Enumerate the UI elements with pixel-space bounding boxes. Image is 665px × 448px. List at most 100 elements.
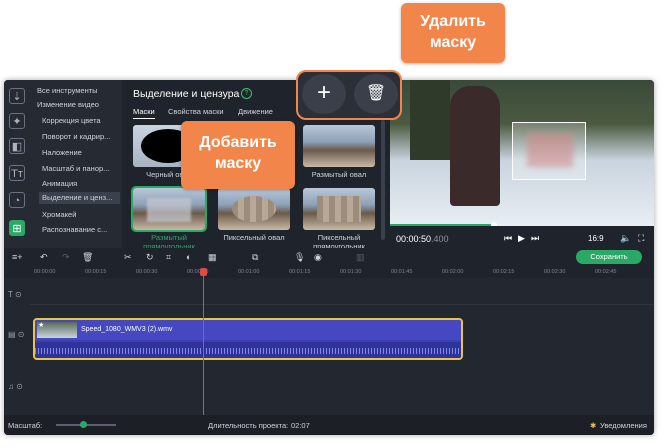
mask-label-blurred-oval: Размытый овал <box>311 170 367 179</box>
microphone-icon[interactable]: 🎙 <box>294 252 305 263</box>
color-icon[interactable]: ◐ <box>186 252 191 262</box>
timeline-ruler[interactable]: 00:00:00 00:00:15 00:00:30 00:00:45 00:0… <box>4 268 654 278</box>
clip-name: Speed_1080_WMV3 (2).wmv <box>81 326 173 333</box>
timeline-toolbar: ≡+ ↶ ↷ 🗑 ✂ ↻ ⌗ ◐ ▦ ⧉ 🎙 ◉ ▥ <box>4 248 654 268</box>
audio-track-icon: ♫ ⊙ <box>8 382 23 391</box>
panel-scrollbar[interactable] <box>381 120 385 240</box>
ruler-tick: 00:02:15 <box>493 269 515 275</box>
playhead-handle[interactable] <box>200 268 207 276</box>
mask-label-pixel-oval: Пиксельный овал <box>223 233 285 242</box>
player-controls: 00:00:50.400 ⏮ ▶ ⏭ 16:9 🔈 ⛶ <box>390 226 654 248</box>
menu-recognition[interactable]: Распознавание с... <box>42 225 107 234</box>
clip-properties-icon[interactable]: ▦ <box>208 252 217 263</box>
ruler-tick: 00:00:30 <box>136 269 158 275</box>
mask-thumb-pixel-oval[interactable] <box>218 188 290 230</box>
trash-icon[interactable]: 🗑 <box>82 252 93 263</box>
video-preview[interactable] <box>390 80 654 226</box>
prev-frame-icon[interactable]: ⏮ <box>504 233 512 244</box>
audio-waveform <box>35 342 461 358</box>
undo-icon[interactable]: ↶ <box>40 252 48 263</box>
track-divider <box>30 304 654 305</box>
aspect-select[interactable]: 16:9 <box>588 234 604 243</box>
tools-icon[interactable]: ⊞ <box>9 220 25 236</box>
tab-mask-properties[interactable]: Свойства маски <box>168 107 224 116</box>
mask-thumb-pixel-rect[interactable] <box>303 188 375 230</box>
ruler-tick: 00:00:15 <box>85 269 107 275</box>
tab-motion[interactable]: Движение <box>238 107 273 116</box>
panel-title: Выделение и цензура <box>133 88 240 100</box>
notifications-label[interactable]: Уведомления <box>600 421 647 430</box>
titles-icon[interactable]: Tт <box>9 165 25 181</box>
callout-delete-text: Удалить маску <box>420 13 486 51</box>
ruler-tick: 00:02:45 <box>595 269 617 275</box>
overlay-icon[interactable]: ⧉ <box>252 252 258 263</box>
callout-add-text: Добавить маску <box>199 134 277 172</box>
fullscreen-icon[interactable]: ⛶ <box>638 233 644 244</box>
menu-all-tools[interactable]: Все инструменты <box>37 86 98 95</box>
next-frame-icon[interactable]: ⏭ <box>531 233 539 244</box>
ruler-tick: 00:02:30 <box>544 269 566 275</box>
duration-label: Длительность проекта: <box>208 421 289 430</box>
mask-thumb-blurred-rect[interactable] <box>131 186 207 232</box>
timeline-tracks: T ⊙ ▤ ⊙ ★ Speed_1080_WMV3 (2).wmv ♫ ⊙ <box>4 278 654 415</box>
ruler-tick: 00:01:45 <box>391 269 413 275</box>
trash-icon: 🗑 <box>365 85 387 102</box>
movavi-editor-window: ⇣ ✦ ◧ Tт ◔ ⊞ Все инструменты Изменение в… <box>4 80 654 435</box>
video-track-icon: ▤ ⊙ <box>8 330 25 339</box>
tools-menu: Все инструменты Изменение видео Коррекци… <box>30 80 122 248</box>
pixel-oval-shape <box>232 196 276 222</box>
magic-icon[interactable]: ✦ <box>9 113 25 129</box>
left-icon-bar: ⇣ ✦ ◧ Tт ◔ ⊞ <box>4 80 30 248</box>
star-icon: ★ <box>38 322 45 329</box>
scale-label: Масштаб: <box>8 421 43 430</box>
clip-header: ★ Speed_1080_WMV3 (2).wmv <box>35 320 461 340</box>
help-icon[interactable]: ? <box>241 88 252 99</box>
playhead[interactable] <box>203 268 204 418</box>
play-icon[interactable]: ▶ <box>518 233 525 244</box>
ruler-tick: 00:02:00 <box>442 269 464 275</box>
ruler-tick: 00:00:00 <box>34 269 56 275</box>
mask-frame[interactable] <box>512 122 586 180</box>
menu-video-editing[interactable]: Изменение видео <box>37 100 99 109</box>
cut-icon[interactable]: ✂ <box>124 252 132 263</box>
rotate-icon[interactable]: ↻ <box>146 252 154 263</box>
markers-icon[interactable]: ▥ <box>356 252 365 263</box>
add-mask-button[interactable]: + <box>302 74 346 114</box>
blur-rect-shape <box>147 198 191 222</box>
callout-add-mask: Добавить маску <box>181 121 295 189</box>
status-bar: Масштаб: Длительность проекта: 02:07 ✱ У… <box>4 415 654 435</box>
clock-icon[interactable]: ◔ <box>9 192 25 208</box>
callout-delete-mask: Удалить маску <box>401 3 505 63</box>
pixel-rect-shape <box>317 196 361 222</box>
transitions-icon[interactable]: ◧ <box>9 138 25 154</box>
blurred-region <box>527 133 573 167</box>
ruler-tick: 00:01:00 <box>238 269 260 275</box>
ruler-tick: 00:01:15 <box>289 269 311 275</box>
menu-highlight-censor[interactable]: Выделение и ценз... <box>39 192 120 204</box>
menu-animation[interactable]: Анимация <box>42 179 77 188</box>
plus-icon: + <box>316 79 331 106</box>
menu-color-correction[interactable]: Коррекция цвета <box>42 116 101 125</box>
timecode: 00:00:50.400 <box>396 234 449 244</box>
menu-pan-zoom[interactable]: Масштаб и панор... <box>42 164 109 173</box>
mask-thumb-blurred-oval[interactable] <box>303 125 375 167</box>
menu-overlay[interactable]: Наложение <box>42 148 82 157</box>
tree-shape <box>410 80 450 160</box>
skier-shape <box>450 86 500 206</box>
save-button[interactable]: Сохранить <box>576 250 642 264</box>
redo-icon[interactable]: ↷ <box>62 252 70 263</box>
scale-slider-handle[interactable] <box>80 421 87 428</box>
delete-mask-button[interactable]: 🗑 <box>354 74 398 114</box>
menu-chroma-key[interactable]: Хромакей <box>42 210 76 219</box>
bell-icon[interactable]: ✱ <box>590 421 596 430</box>
volume-icon[interactable]: 🔈 <box>620 233 631 244</box>
waveform-bars <box>35 348 461 354</box>
import-icon[interactable]: ⇣ <box>9 88 25 104</box>
record-icon[interactable]: ◉ <box>314 252 322 263</box>
text-track-icon: T ⊙ <box>8 290 22 299</box>
tab-masks[interactable]: Маски <box>133 107 155 119</box>
menu-rotate-crop[interactable]: Поворот и кадрир... <box>42 132 110 141</box>
crop-icon[interactable]: ⌗ <box>166 252 171 263</box>
add-track-icon[interactable]: ≡+ <box>12 252 23 262</box>
video-clip[interactable]: ★ Speed_1080_WMV3 (2).wmv <box>33 318 463 360</box>
